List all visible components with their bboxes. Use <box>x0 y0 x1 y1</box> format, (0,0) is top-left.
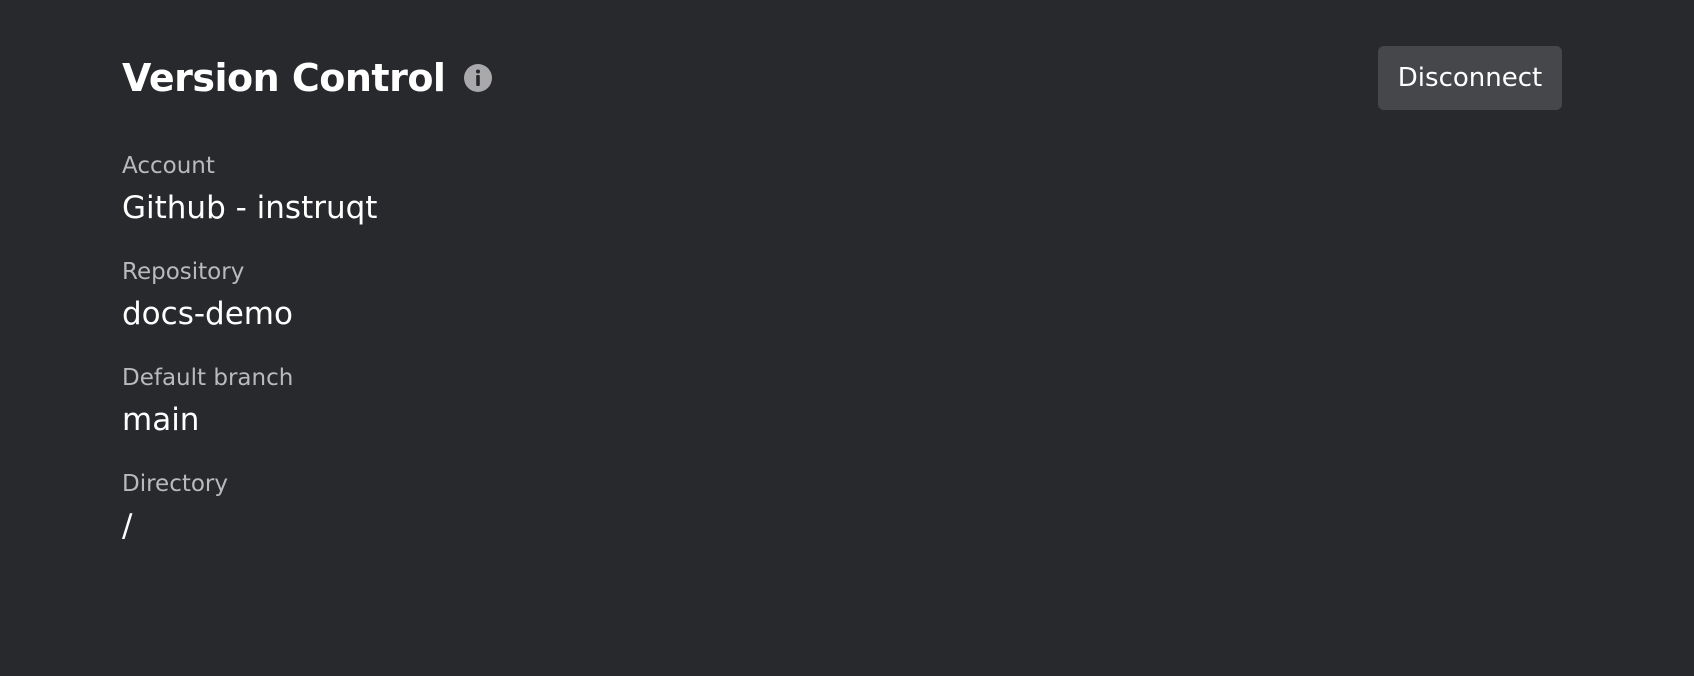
field-account: Account Github - instruqt <box>122 150 377 256</box>
settings-fields: Account Github - instruqt Repository doc… <box>122 150 377 574</box>
page-title: Version Control <box>122 56 446 100</box>
account-label: Account <box>122 153 215 179</box>
field-default-branch: Default branch main <box>122 362 377 468</box>
repository-value: docs-demo <box>122 296 293 332</box>
version-control-panel: Version Control Disconnect Account Githu… <box>0 0 1694 676</box>
directory-value: / <box>122 508 133 544</box>
repository-label: Repository <box>122 259 245 285</box>
account-value: Github - instruqt <box>122 190 378 226</box>
default-branch-label: Default branch <box>122 365 294 391</box>
panel-header: Version Control Disconnect <box>122 46 1562 110</box>
info-icon[interactable] <box>463 63 493 93</box>
info-icon-graphic <box>464 64 493 92</box>
directory-label: Directory <box>122 471 229 497</box>
field-repository: Repository docs-demo <box>122 256 377 362</box>
default-branch-value: main <box>122 402 200 438</box>
disconnect-button[interactable]: Disconnect <box>1378 46 1562 110</box>
title-group: Version Control <box>122 56 493 100</box>
field-directory: Directory / <box>122 468 377 574</box>
